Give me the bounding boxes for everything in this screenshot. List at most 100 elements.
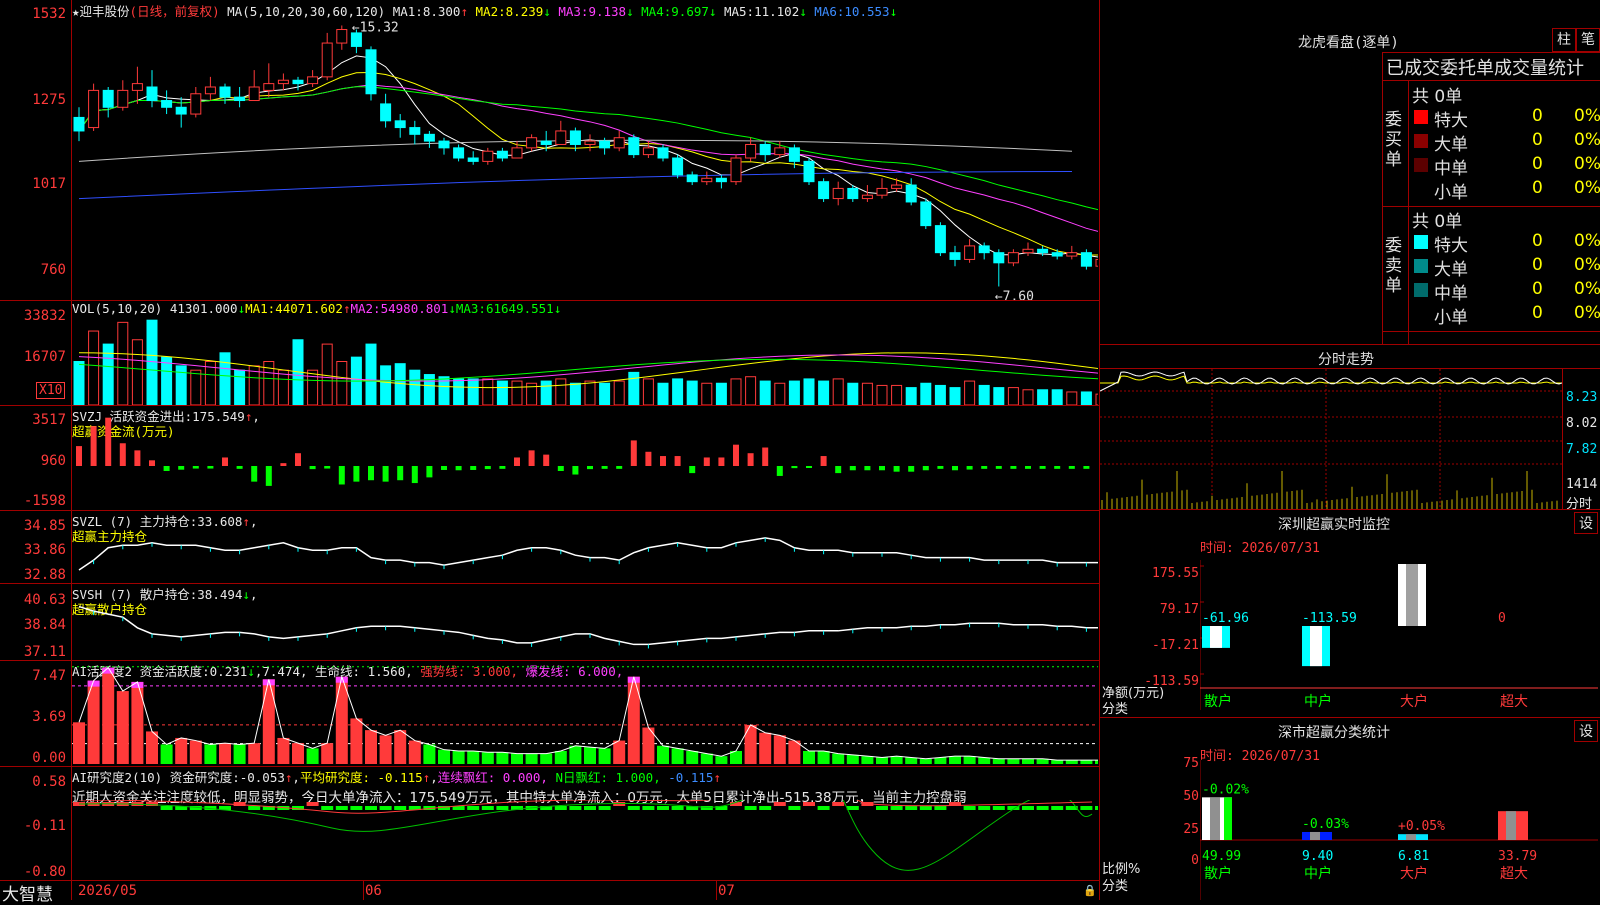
sell-row-v: 0 (1532, 279, 1543, 299)
tick-view-button[interactable]: 笔 (1576, 28, 1600, 52)
volume-bar (920, 382, 932, 405)
volume-bar (540, 380, 552, 405)
candle (394, 120, 406, 129)
intraday-chart[interactable] (1100, 369, 1562, 509)
svzj-bar (820, 456, 827, 466)
candle (730, 157, 742, 183)
svzj-y-label-1: 3517 (32, 412, 66, 428)
candle (453, 147, 465, 159)
vol-value: 41301.000 (169, 301, 238, 316)
price-y-label-1: 1532 (32, 6, 66, 22)
volume-bar (803, 378, 815, 405)
svzj-bar (1083, 466, 1090, 469)
classify-bar-chart[interactable]: 49.99 -0.02% 散户 9.40 -0.03% 中户 6.81 +0.05% 大户 33.… (1200, 760, 1598, 900)
huoyue-line (78, 666, 1098, 761)
svzl-chart[interactable] (72, 511, 1098, 583)
huoyue-chart[interactable] (72, 661, 1098, 766)
yanjiu-bar (627, 806, 640, 810)
svzj-bar (338, 466, 345, 485)
volume-bar (234, 369, 246, 405)
volume-bar (686, 380, 698, 405)
yanjiu-bar (321, 806, 334, 810)
volume-bar (569, 382, 581, 405)
yanjiu-bar (657, 806, 669, 810)
svzj-bar (134, 450, 141, 466)
yanjiu-bar (1080, 806, 1093, 810)
svzj-bar (309, 466, 316, 470)
classify-bar-shine (1406, 834, 1416, 840)
yanjiu-bar (160, 806, 173, 810)
svzj-bar (514, 457, 520, 466)
volume-bar (613, 380, 625, 405)
monitor-value-label: -113.59 (1302, 611, 1357, 626)
fenshi-y-label-1: 8.23 (1566, 390, 1598, 405)
low-marker: ←7.60 (995, 289, 1034, 300)
huoyue-bar (803, 750, 815, 764)
volume-bar (861, 382, 873, 405)
yanjiu-bar (1095, 806, 1098, 810)
buy-orders-label: 委买单 (1385, 110, 1402, 170)
svzj-bar (265, 466, 272, 486)
volume-chart[interactable] (72, 318, 1098, 405)
longhu-title: 龙虎看盘(逐单) (1298, 35, 1399, 51)
volume-bar (467, 378, 479, 405)
candle (715, 177, 727, 183)
buy-row-v: 0 (1532, 178, 1543, 198)
svzj-bar (192, 466, 199, 469)
svzj-bar (236, 466, 243, 469)
yanjiu-bar (554, 806, 567, 810)
candle (1037, 248, 1049, 254)
yanjiu-red: 连续飘红: 0.000, (437, 770, 548, 785)
svsh-chart[interactable] (72, 584, 1098, 660)
candle (248, 86, 260, 102)
svzj-bar (455, 466, 462, 471)
vol-unit-badge: X10 (36, 382, 66, 399)
candle (438, 140, 450, 149)
yanjiu-chart[interactable] (72, 800, 1098, 880)
classify-category-label: 超大 (1500, 866, 1528, 882)
huoyue-bar (992, 758, 1005, 764)
yanjiu-bar (394, 806, 407, 810)
monitor-settings-button[interactable]: 设 (1574, 512, 1598, 534)
classify-y-label-3: 25 (1183, 822, 1199, 837)
main-chart-area[interactable]: ★迎丰股份(日线，前复权) MA(5,10,20,30,60,120) MA1:… (0, 0, 1100, 905)
bar-view-button[interactable]: 柱 (1552, 28, 1576, 52)
volume-bar (701, 382, 713, 405)
candle (146, 86, 158, 102)
candle (847, 187, 859, 200)
volume-bar (88, 330, 100, 405)
huoyue-bar (671, 748, 684, 764)
candle (876, 187, 888, 196)
classify-change-label: -0.02% (1202, 782, 1249, 797)
volume-bar (1037, 389, 1049, 405)
huoyue-bar (1022, 758, 1034, 764)
brand-logo[interactable]: 大智慧 (2, 880, 53, 905)
svsh-y-label-1: 40.63 (23, 592, 66, 608)
candle (905, 184, 917, 203)
candle (1051, 252, 1063, 257)
svsh-y-label-2: 38.84 (23, 617, 66, 633)
huoyue-bar (525, 753, 538, 764)
svzj-bar (441, 466, 447, 470)
svzj-bar (908, 466, 915, 472)
volume-bar (219, 352, 231, 405)
huoyue-bar (467, 750, 480, 764)
huoyue-bar (817, 750, 830, 764)
yanjiu-bar (890, 806, 903, 810)
classify-settings-button[interactable]: 设 (1574, 720, 1598, 742)
svzj-bar (543, 454, 550, 466)
svzl_pane-line (78, 537, 1098, 571)
candle (380, 103, 392, 122)
monitor-bar-chart[interactable]: -61.96 散户 -113.59 中户 175.55 大户 0 超大 (1200, 560, 1598, 710)
huoyue-y-label-3: 0.00 (32, 750, 66, 766)
yanjiu-bar (496, 806, 509, 810)
candle (277, 79, 289, 85)
candlestick-chart[interactable]: ←15.32 ←7.60 (72, 16, 1098, 300)
candle (584, 140, 596, 145)
lock-icon[interactable]: 🔒 (1083, 884, 1097, 897)
candle (190, 93, 202, 115)
vol-def: VOL(5,10,20) (72, 301, 163, 316)
svzj-chart[interactable] (72, 406, 1098, 510)
svzj-bar (178, 466, 185, 470)
svzj-bar (937, 466, 944, 469)
